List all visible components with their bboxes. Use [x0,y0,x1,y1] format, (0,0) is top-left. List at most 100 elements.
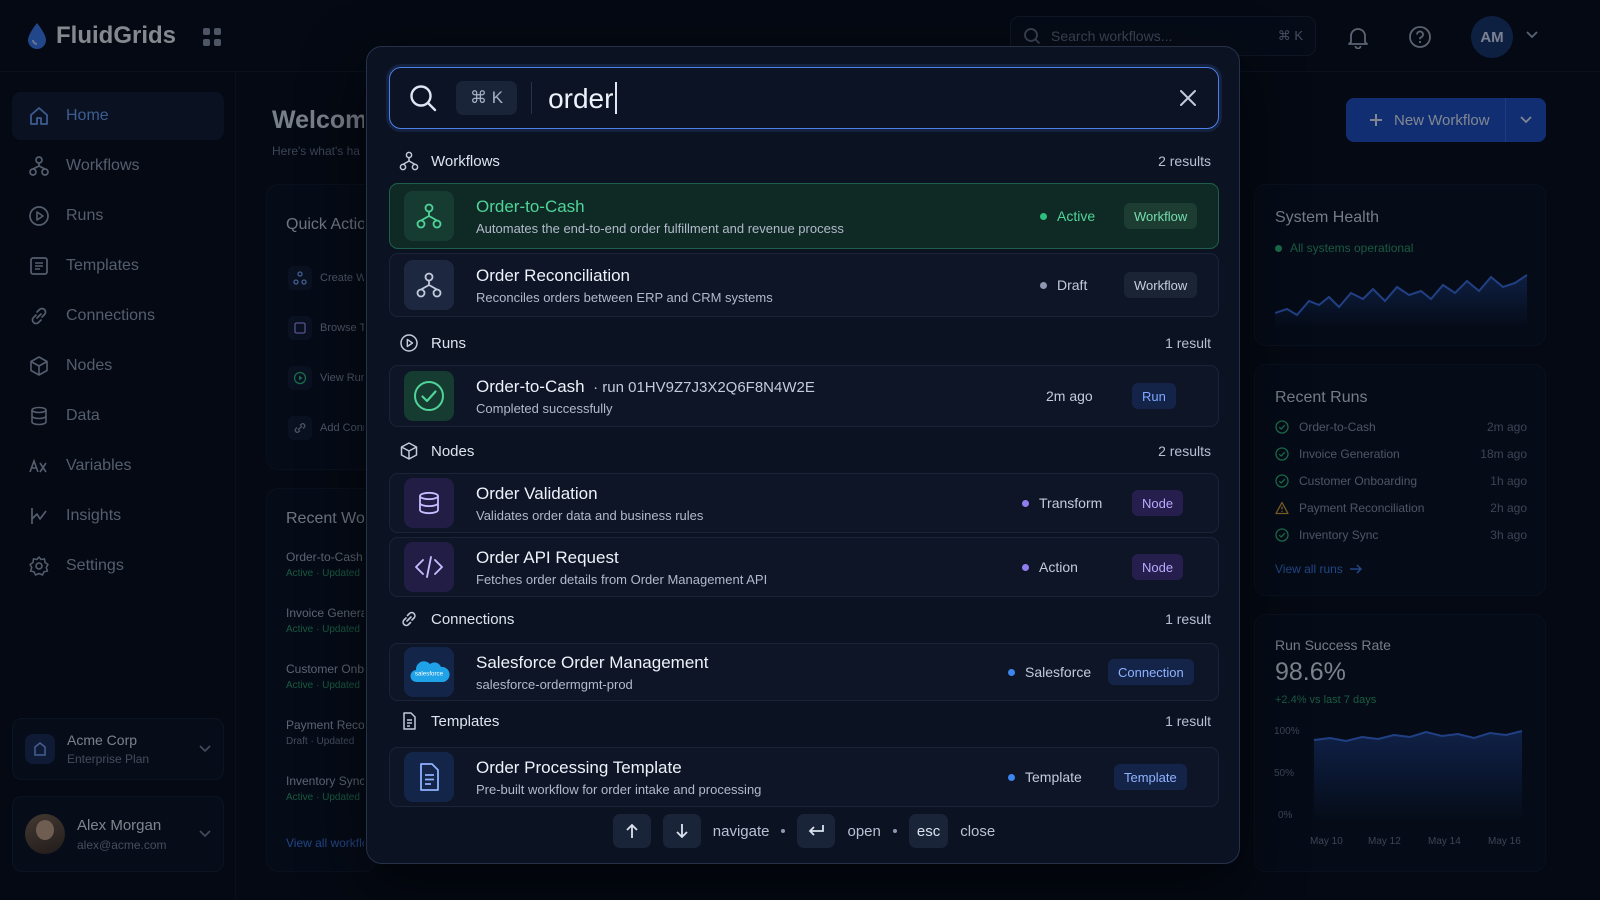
result-title: Salesforce Order Management [476,652,709,672]
section-label: Workflows [431,152,500,170]
input-divider [531,82,533,114]
play-circle-icon [400,334,418,352]
result-title: Order Processing Template [476,757,682,777]
result-connection-salesforce[interactable]: salesforce Salesforce Order Management sa… [389,643,1219,701]
database-icon [404,478,454,528]
type-tag: Workflow [1124,203,1198,229]
section-count: 2 results [1158,153,1211,169]
result-node-order-validation[interactable]: Order Validation Validates order data and… [389,473,1219,533]
hint-separator [781,829,786,833]
salesforce-logo-text: salesforce [415,671,444,678]
section-label: Runs [431,334,467,352]
result-title: Order Reconciliation [476,265,631,285]
result-description: Fetches order details from Order Managem… [476,571,768,587]
arrow-down-key [662,814,701,848]
section-header-templates: Templates 1 result [399,711,1211,731]
keyboard-hints: navigate open esc close [367,811,1241,851]
status-dot [1040,281,1047,289]
section-count: 1 result [1165,713,1211,729]
result-workflow-order-to-cash[interactable]: Order-to-Cash Automates the end-to-end or… [389,183,1219,249]
arrow-up-icon [626,823,638,838]
command-palette: ⌘ K order Workflows 2 results Order-to-C… [366,46,1240,864]
enter-icon [809,825,825,836]
search-query: order [548,81,618,115]
result-run-order-to-cash[interactable]: Order-to-Cash · run 01HV9Z7J3X2Q6F8N4W2E… [389,365,1219,427]
workflow-icon [399,151,419,171]
search-query-text: order [548,82,614,114]
node-kind: Transform [1022,495,1102,511]
section-label: Connections [431,610,515,628]
section-count: 2 results [1158,443,1211,459]
workflow-icon [404,191,454,241]
code-icon [404,542,454,592]
result-description: Validates order data and business rules [476,507,704,523]
arrow-up-key [612,814,651,848]
result-title: Order API Request [476,547,619,567]
status-dot [1022,563,1029,571]
link-icon [402,611,416,627]
result-title: Order Validation [476,483,598,503]
status-text: Salesforce [1025,664,1092,680]
run-id: · run 01HV9Z7J3X2Q6F8N4W2E [593,378,815,396]
type-tag: Template [1114,764,1187,790]
section-header-nodes: Nodes 2 results [399,441,1211,461]
search-icon [410,85,437,112]
run-time: 2m ago [1046,388,1093,404]
hint-separator [892,829,897,833]
enter-key [797,814,836,848]
check-circle-icon [404,371,454,421]
status-text: Action [1039,559,1078,575]
workflow-icon [404,260,454,310]
salesforce-logo-icon: salesforce [404,647,454,697]
node-kind: Action [1022,559,1078,575]
status-text: Template [1025,769,1082,785]
section-header-runs: Runs 1 result [399,333,1211,353]
template-icon [403,712,416,730]
result-title: Order-to-Cash [476,196,585,216]
esc-key: esc [908,814,949,848]
result-template-order-processing[interactable]: Order Processing Template Pre-built workf… [389,747,1219,807]
section-label: Nodes [431,442,475,460]
connection-provider: Salesforce [1008,664,1091,680]
status-dot [1008,773,1015,781]
text-caret [615,81,618,114]
hint-open: open [847,822,881,840]
section-header-workflows: Workflows 2 results [399,151,1211,171]
section-count: 1 result [1165,335,1211,351]
type-tag: Workflow [1124,272,1198,298]
status-dot [1008,668,1015,676]
type-tag: Node [1132,490,1184,516]
result-node-order-api-request[interactable]: Order API Request Fetches order details f… [389,537,1219,597]
section-label: Templates [431,712,500,730]
result-description: Reconciles orders between ERP and CRM sy… [476,289,773,305]
app-root: FluidGrids Search workflows... ⌘ K AM Ho… [0,0,1600,900]
close-icon[interactable] [1178,88,1198,108]
status-badge: Active [1040,208,1095,224]
status-dot [1022,499,1029,507]
hint-navigate: navigate [712,822,770,840]
section-count: 1 result [1165,611,1211,627]
status-badge: Draft [1040,277,1087,293]
type-tag: Run [1132,383,1176,409]
result-title: Order-to-Cash [476,376,585,396]
result-description: Pre-built workflow for order intake and … [476,781,762,797]
template-kind: Template [1008,769,1082,785]
type-tag: Connection [1108,659,1194,685]
type-tag: Node [1132,554,1184,580]
cube-icon [400,442,418,460]
status-text: Active [1057,208,1096,224]
result-description: salesforce-ordermgmt-prod [476,676,633,692]
shortcut-badge: ⌘ K [456,81,518,115]
run-time-text: 2m ago [1046,388,1093,404]
result-description: Completed successfully [476,400,613,416]
status-text: Transform [1039,495,1103,511]
result-description: Automates the end-to-end order fulfillme… [476,220,844,236]
command-palette-search-input[interactable]: ⌘ K order [389,67,1219,129]
section-header-connections: Connections 1 result [399,609,1211,629]
document-icon [404,752,454,802]
result-workflow-order-reconciliation[interactable]: Order Reconciliation Reconciles orders be… [389,253,1219,317]
status-text: Draft [1057,277,1088,293]
status-dot [1040,212,1047,220]
hint-close: close [960,822,996,840]
arrow-down-icon [676,824,688,839]
